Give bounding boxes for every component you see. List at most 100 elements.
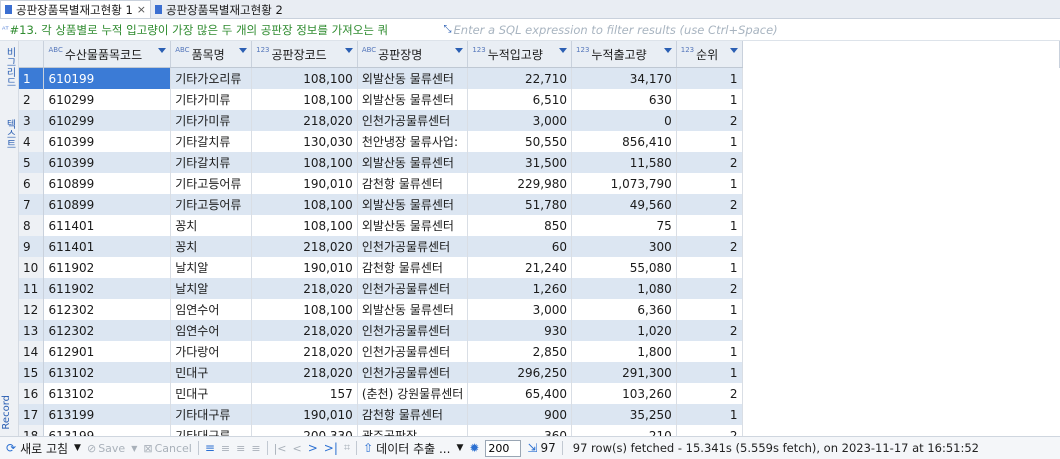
table-cell[interactable]: 218,020 [251, 278, 358, 299]
column-header[interactable]: ABC 공판장명 [357, 41, 469, 68]
table-cell[interactable]: 1 [676, 173, 743, 194]
table-cell[interactable]: 기타대구류 [170, 425, 253, 436]
record-view-toggle[interactable]: Record [1, 395, 12, 430]
column-header[interactable]: 123 순위 [676, 41, 743, 68]
table-cell[interactable]: 1,260 [467, 278, 573, 299]
table-row[interactable]: 14 612901 가다랑어 218,020 인천가공물류센터 2,850 1,800 1 [19, 341, 1060, 362]
table-cell[interactable]: (춘천) 강원물류센터 [357, 383, 469, 404]
table-cell[interactable]: 108,100 [251, 299, 358, 320]
filter-input[interactable]: Enter a SQL expression to filter results… [454, 23, 778, 37]
table-cell[interactable]: 1 [676, 299, 743, 320]
column-header[interactable]: 123 누적출고량 [571, 41, 677, 68]
edit-row-icon[interactable]: ≡ [205, 441, 215, 455]
table-cell[interactable]: 2 [676, 320, 743, 341]
table-cell[interactable]: 기타가미류 [170, 110, 253, 131]
table-cell[interactable]: 인천가공물류센터 [357, 320, 469, 341]
table-cell[interactable]: 218,020 [251, 320, 358, 341]
table-cell[interactable]: 612302 [43, 299, 172, 320]
table-cell[interactable]: 296,250 [467, 362, 573, 383]
table-row[interactable]: 11 611902 날치알 218,020 인천가공물류센터 1,260 1,080 2 [19, 278, 1060, 299]
table-cell[interactable]: 임연수어 [170, 299, 253, 320]
table-cell[interactable]: 2 [676, 383, 743, 404]
table-cell[interactable]: 850 [467, 215, 573, 236]
table-cell[interactable]: 2 [676, 278, 743, 299]
table-cell[interactable]: 기타고등어류 [170, 173, 253, 194]
table-cell[interactable]: 감천항 물류센터 [357, 404, 469, 425]
table-row[interactable]: 3 610299 기타가미류 218,020 인천가공물류센터 3,000 0 2 [19, 110, 1060, 131]
result-grid[interactable]: ABC 수산물품목코드 ABC 품목명 123 공판장코드 ABC 공판장명 123 누적입고량 1… [19, 41, 1060, 436]
table-row[interactable]: 8 611401 꽁치 108,100 외발산동 물류센터 850 75 1 [19, 215, 1060, 236]
tab-result-2[interactable]: 공판장품목별재고현황 2 [151, 1, 287, 18]
table-row[interactable]: 12 612302 임연수어 108,100 외발산동 물류센터 3,000 6,360 1 [19, 299, 1060, 320]
grid-view-toggle[interactable]: 비그리드 [2, 47, 17, 87]
table-cell[interactable]: 임연수어 [170, 320, 253, 341]
refresh-button[interactable]: 새로 고침 [20, 440, 68, 457]
table-row[interactable]: 5 610399 기타갈치류 108,100 외발산동 물류센터 31,500 11,580… [19, 152, 1060, 173]
table-cell[interactable]: 610399 [43, 131, 172, 152]
next-page-icon[interactable]: > [308, 441, 318, 455]
filter-dropdown-icon[interactable] [559, 48, 568, 53]
table-cell[interactable]: 630 [571, 89, 677, 110]
column-header[interactable]: ABC 수산물품목코드 [43, 41, 172, 68]
tab-result-1[interactable]: 공판장품목별재고현황 1 × [0, 0, 151, 18]
table-cell[interactable]: 1 [676, 404, 743, 425]
table-row[interactable]: 2 610299 기타가미류 108,100 외발산동 물류센터 6,510 630 1 [19, 89, 1060, 110]
table-cell[interactable]: 2 [676, 236, 743, 257]
table-cell[interactable]: 930 [467, 320, 573, 341]
table-cell[interactable]: 가다랑어 [170, 341, 253, 362]
table-cell[interactable]: 외발산동 물류센터 [357, 299, 469, 320]
table-cell[interactable]: 610399 [43, 152, 172, 173]
table-cell[interactable]: 60 [467, 236, 573, 257]
table-cell[interactable]: 34,170 [571, 67, 677, 89]
table-cell[interactable]: 외발산동 물류센터 [357, 152, 469, 173]
table-cell[interactable]: 1,073,790 [571, 173, 677, 194]
table-cell[interactable]: 2,850 [467, 341, 573, 362]
table-cell[interactable]: 612302 [43, 320, 172, 341]
fetch-size-input[interactable] [485, 439, 522, 457]
table-cell[interactable]: 613199 [43, 404, 172, 425]
table-cell[interactable]: 611902 [43, 257, 172, 278]
save-button[interactable]: Save [98, 442, 125, 455]
last-page-icon[interactable]: >| [324, 441, 338, 455]
table-cell[interactable]: 65,400 [467, 383, 573, 404]
table-cell[interactable]: 3,000 [467, 110, 573, 131]
export-icon[interactable]: ⇧ [363, 441, 373, 455]
table-cell[interactable]: 기타가오리류 [170, 67, 253, 89]
filter-dropdown-icon[interactable] [239, 48, 248, 53]
fetch-all-icon[interactable]: ⌗ [344, 441, 350, 455]
filter-dropdown-icon[interactable] [158, 48, 167, 53]
table-cell[interactable]: 50,550 [467, 131, 573, 152]
table-cell[interactable]: 611902 [43, 278, 172, 299]
table-cell[interactable]: 1,020 [571, 320, 677, 341]
prev-page-icon[interactable]: < [293, 442, 302, 455]
export-button[interactable]: 데이터 추출 ... [376, 440, 450, 457]
refresh-icon[interactable]: ⟳ [6, 441, 16, 455]
table-cell[interactable]: 기타고등어류 [170, 194, 253, 215]
table-cell[interactable]: 1 [676, 341, 743, 362]
table-cell[interactable]: 31,500 [467, 152, 573, 173]
table-cell[interactable]: 6,510 [467, 89, 573, 110]
table-cell[interactable]: 2 [676, 194, 743, 215]
table-row[interactable]: 15 613102 민대구 218,020 인천가공물류센터 296,250 291,300… [19, 362, 1060, 383]
table-cell[interactable]: 51,780 [467, 194, 573, 215]
table-cell[interactable]: 2 [676, 425, 743, 436]
column-header[interactable]: 123 공판장코드 [251, 41, 358, 68]
table-cell[interactable]: 기타대구류 [170, 404, 253, 425]
table-cell[interactable]: 611401 [43, 236, 172, 257]
table-cell[interactable]: 610899 [43, 173, 172, 194]
table-cell[interactable]: 날치알 [170, 257, 253, 278]
table-cell[interactable]: 11,580 [571, 152, 677, 173]
table-cell[interactable]: 190,010 [251, 257, 358, 278]
table-cell[interactable]: 218,020 [251, 341, 358, 362]
table-cell[interactable]: 1,800 [571, 341, 677, 362]
table-cell[interactable]: 외발산동 물류센터 [357, 89, 469, 110]
table-cell[interactable]: 291,300 [571, 362, 677, 383]
filter-dropdown-icon[interactable] [344, 48, 353, 53]
table-cell[interactable]: 157 [251, 383, 358, 404]
table-cell[interactable]: 613199 [43, 425, 172, 436]
table-cell[interactable]: 108,100 [251, 67, 358, 89]
table-cell[interactable]: 1 [676, 215, 743, 236]
table-cell[interactable]: 218,020 [251, 110, 358, 131]
table-cell[interactable]: 130,030 [251, 131, 358, 152]
table-cell[interactable]: 210 [571, 425, 677, 436]
